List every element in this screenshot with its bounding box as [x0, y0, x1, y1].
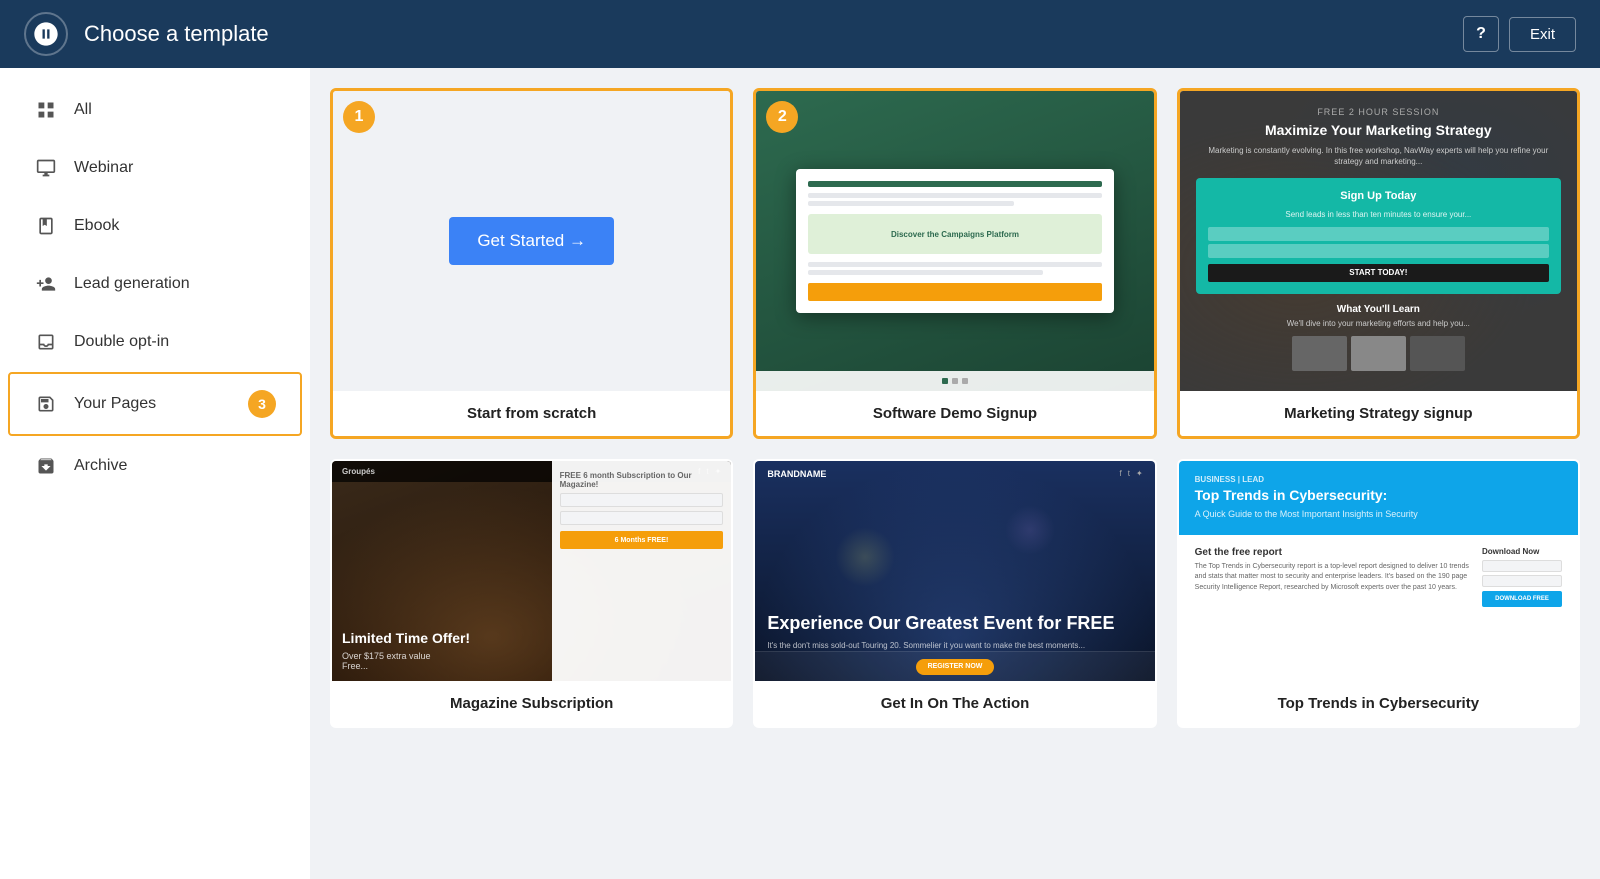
sidebar-item-archive-label: Archive: [74, 457, 276, 475]
main-content: All Webinar Ebook Lead generation Double: [0, 68, 1600, 879]
book-icon: [34, 216, 58, 236]
template-preview-strategy: FREE 2 HOUR SESSION Maximize Your Market…: [1180, 91, 1577, 391]
sidebar-item-webinar[interactable]: Webinar: [8, 140, 302, 196]
card-badge-1: 1: [343, 101, 375, 133]
template-preview-scratch: 1 Get Started →: [333, 91, 730, 391]
sidebar: All Webinar Ebook Lead generation Double: [0, 68, 310, 879]
template-caption-event: Get In On The Action: [755, 681, 1154, 726]
exit-button[interactable]: Exit: [1509, 17, 1576, 52]
template-card-scratch[interactable]: 1 Get Started → Start from scratch: [330, 88, 733, 439]
sidebar-item-all-label: All: [74, 101, 276, 119]
sidebar-item-all[interactable]: All: [8, 82, 302, 138]
template-grid: 1 Get Started → Start from scratch 2: [330, 88, 1580, 728]
help-button[interactable]: ?: [1463, 16, 1499, 52]
sidebar-item-double-opt-label: Double opt-in: [74, 333, 276, 351]
sidebar-item-your-pages-label: Your Pages: [74, 395, 248, 413]
template-preview-event: BRANDNAME f t ✦ Experience Our Greatest …: [755, 461, 1154, 681]
get-started-label: Get Started →: [477, 231, 586, 251]
sidebar-item-ebook[interactable]: Ebook: [8, 198, 302, 254]
save-icon: [34, 394, 58, 414]
template-caption-cyber: Top Trends in Cybersecurity: [1179, 681, 1578, 726]
template-card-strategy[interactable]: FREE 2 HOUR SESSION Maximize Your Market…: [1177, 88, 1580, 439]
sidebar-item-ebook-label: Ebook: [74, 217, 276, 235]
template-card-cyber[interactable]: BUSINESS | LEAD Top Trends in Cybersecur…: [1177, 459, 1580, 728]
template-caption-scratch: Start from scratch: [333, 391, 730, 436]
template-preview-magazine: Groupés f t ✦ FREE 6 month Subscription …: [332, 461, 731, 681]
header-actions: ? Exit: [1463, 16, 1576, 52]
template-card-event[interactable]: BRANDNAME f t ✦ Experience Our Greatest …: [753, 459, 1156, 728]
template-card-software[interactable]: 2 Discover the Campaigns Platform: [753, 88, 1156, 439]
sidebar-item-lead-label: Lead generation: [74, 275, 276, 293]
template-caption-strategy: Marketing Strategy signup: [1180, 391, 1577, 436]
template-caption-magazine: Magazine Subscription: [332, 681, 731, 726]
archive-icon: [34, 456, 58, 476]
page-title: Choose a template: [84, 21, 1463, 47]
template-preview-software: 2 Discover the Campaigns Platform: [756, 91, 1153, 391]
person-add-icon: [34, 274, 58, 294]
sidebar-item-archive[interactable]: Archive: [8, 438, 302, 494]
scratch-preview-area: Get Started →: [333, 91, 730, 391]
grid-icon: [34, 100, 58, 120]
your-pages-badge: 3: [248, 390, 276, 418]
template-grid-container: 1 Get Started → Start from scratch 2: [310, 68, 1600, 879]
template-card-magazine[interactable]: Groupés f t ✦ FREE 6 month Subscription …: [330, 459, 733, 728]
logo: [24, 12, 68, 56]
logo-icon: [32, 20, 60, 48]
get-started-button[interactable]: Get Started →: [449, 217, 614, 265]
monitor-icon: [34, 158, 58, 178]
sidebar-item-your-pages[interactable]: Your Pages 3: [8, 372, 302, 436]
inbox-icon: [34, 332, 58, 352]
template-preview-cyber: BUSINESS | LEAD Top Trends in Cybersecur…: [1179, 461, 1578, 681]
sidebar-item-double-opt-in[interactable]: Double opt-in: [8, 314, 302, 370]
sidebar-item-webinar-label: Webinar: [74, 159, 276, 177]
sidebar-item-lead-generation[interactable]: Lead generation: [8, 256, 302, 312]
page-header: Choose a template ? Exit: [0, 0, 1600, 68]
template-caption-software: Software Demo Signup: [756, 391, 1153, 436]
